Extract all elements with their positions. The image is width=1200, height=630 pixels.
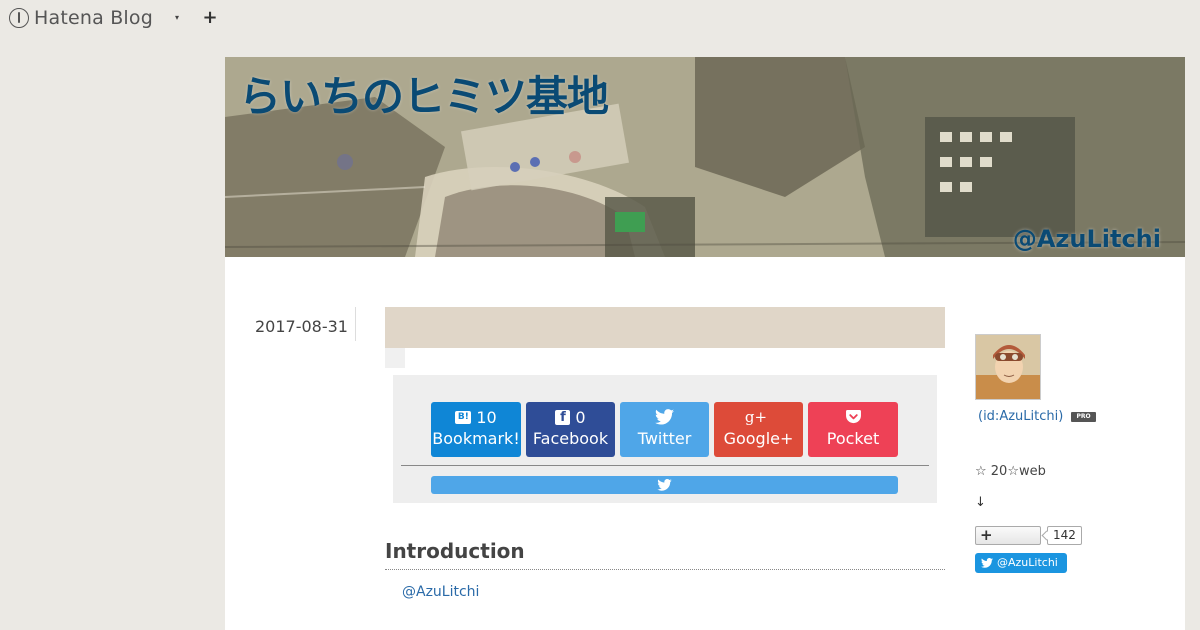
share-panel: B! 10 Bookmark! f 0 Facebook Twitter g+ [393,375,937,503]
entry-placeholder [385,348,405,368]
pocket-icon [845,410,861,424]
blog-title[interactable]: らいちのヒミツ基地 [239,63,609,124]
logo-text: Hatena Blog [34,7,153,29]
google-plus-icon: g+ [744,408,768,426]
follower-count: 142 [1047,526,1082,545]
google-plus-label: Google+ [723,429,794,448]
hatena-bookmark-button[interactable]: B! 10 Bookmark! [431,402,521,457]
follow-button[interactable]: + [975,526,1041,545]
avatar[interactable] [975,334,1041,400]
google-plus-share-button[interactable]: g+ Google+ [714,402,803,457]
pocket-share-button[interactable]: Pocket [808,402,898,457]
profile-id-link[interactable]: (id:AzuLitchi) [978,409,1063,424]
twitter-share-button[interactable]: Twitter [620,402,709,457]
twitter-follow-button[interactable]: @AzuLitchi [975,553,1067,573]
arrow-down-icon: ↓ [975,495,986,510]
twitter-bird-icon [981,558,993,568]
main-content: 2017-08-31 B! 10 Bookmark! f 0 Facebook [225,257,1185,630]
heading-divider [385,569,945,570]
facebook-share-button[interactable]: f 0 Facebook [526,402,615,457]
section-heading: Introduction [385,539,525,563]
tweet-button[interactable] [431,476,898,494]
top-bar: Hatena Blog ▾ + [0,0,1200,38]
facebook-icon: f [555,409,571,425]
share-divider [401,465,929,466]
twitter-follow-label: @AzuLitchi [997,556,1058,569]
author-twitter-link[interactable]: @AzuLitchi [402,584,479,600]
hatena-bookmark-icon: B! [455,410,472,424]
entry-title-bar [385,307,945,348]
pocket-label: Pocket [826,429,880,448]
bookmark-label: Bookmark! [432,429,520,448]
banner-handle: @AzuLitchi [1012,225,1161,253]
pro-badge: PRO [1071,412,1096,422]
entry-date[interactable]: 2017-08-31 [255,317,348,336]
chevron-down-icon[interactable]: ▾ [172,13,182,23]
twitter-label: Twitter [637,429,692,448]
bookmark-count: 10 [476,407,497,427]
star-text: ☆ 20☆web [975,464,1046,479]
hatena-blog-logo[interactable]: Hatena Blog [9,7,153,29]
blog-header-banner[interactable]: らいちのヒミツ基地 @AzuLitchi [225,57,1185,257]
plus-icon: + [980,526,993,544]
date-divider [355,307,356,341]
twitter-bird-icon [657,479,672,491]
plus-icon[interactable]: + [201,8,219,28]
hatena-logo-icon [9,8,29,28]
facebook-count: 0 [575,407,586,427]
avatar-illustration [976,335,1040,399]
twitter-bird-icon [655,409,674,425]
facebook-label: Facebook [532,429,609,448]
